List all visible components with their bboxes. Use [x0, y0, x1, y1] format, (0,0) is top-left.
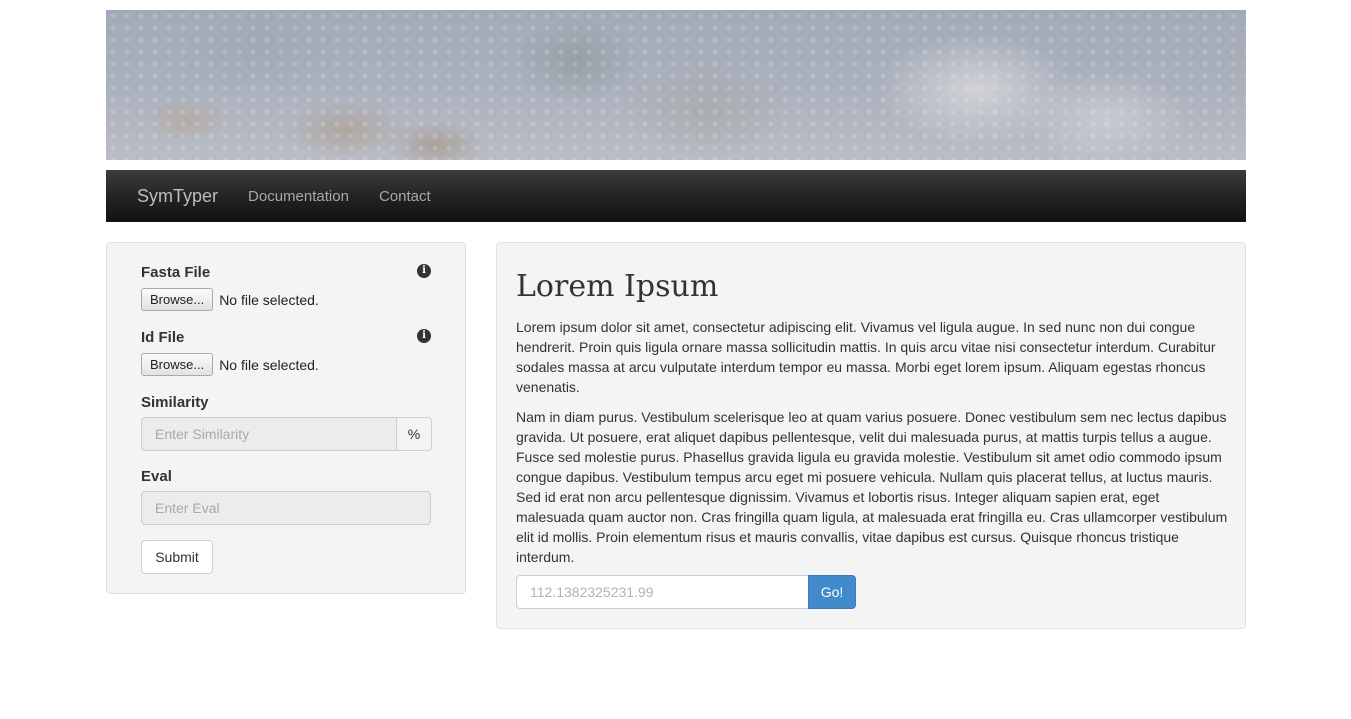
- id-file-label: Id File: [141, 329, 185, 346]
- fasta-file-input: Browse... No file selected.: [141, 288, 319, 311]
- upload-form-panel: Fasta File i Browse... No file selected.…: [106, 242, 466, 594]
- content-paragraph-1: Lorem ipsum dolor sit amet, consectetur …: [516, 319, 1216, 395]
- fasta-info-icon[interactable]: i: [417, 264, 431, 278]
- go-input[interactable]: 112.1382325231.99: [516, 575, 809, 609]
- content-title: Lorem Ipsum: [516, 269, 719, 304]
- eval-label: Eval: [141, 468, 172, 485]
- top-navbar: SymTyper Documentation Contact: [106, 170, 1246, 222]
- id-file-input: Browse... No file selected.: [141, 353, 319, 376]
- similarity-placeholder: Enter Similarity: [155, 426, 250, 442]
- similarity-input[interactable]: Enter Similarity: [141, 417, 397, 451]
- header-banner-image: [106, 10, 1246, 160]
- similarity-label: Similarity: [141, 394, 209, 411]
- content-paragraph-2: Nam in diam purus. Vestibulum scelerisqu…: [516, 409, 1228, 565]
- navbar-brand[interactable]: SymTyper: [137, 186, 218, 207]
- id-info-icon[interactable]: i: [417, 329, 431, 343]
- fasta-browse-button[interactable]: Browse...: [141, 288, 214, 311]
- nav-link-documentation[interactable]: Documentation: [248, 188, 349, 205]
- banner-overlay: [106, 10, 1246, 160]
- eval-placeholder: Enter Eval: [155, 500, 220, 516]
- go-input-placeholder: 112.1382325231.99: [530, 584, 654, 600]
- content-panel: Lorem Ipsum Lorem ipsum dolor sit amet, …: [496, 242, 1246, 629]
- eval-input[interactable]: Enter Eval: [141, 491, 431, 525]
- similarity-percent-addon: %: [396, 417, 432, 451]
- fasta-file-label: Fasta File: [141, 264, 211, 281]
- id-file-status: No file selected.: [219, 356, 319, 373]
- nav-link-contact[interactable]: Contact: [379, 188, 431, 205]
- go-button[interactable]: Go!: [808, 575, 856, 609]
- fasta-file-status: No file selected.: [219, 291, 319, 308]
- id-browse-button[interactable]: Browse...: [141, 353, 214, 376]
- submit-button[interactable]: Submit: [141, 540, 213, 574]
